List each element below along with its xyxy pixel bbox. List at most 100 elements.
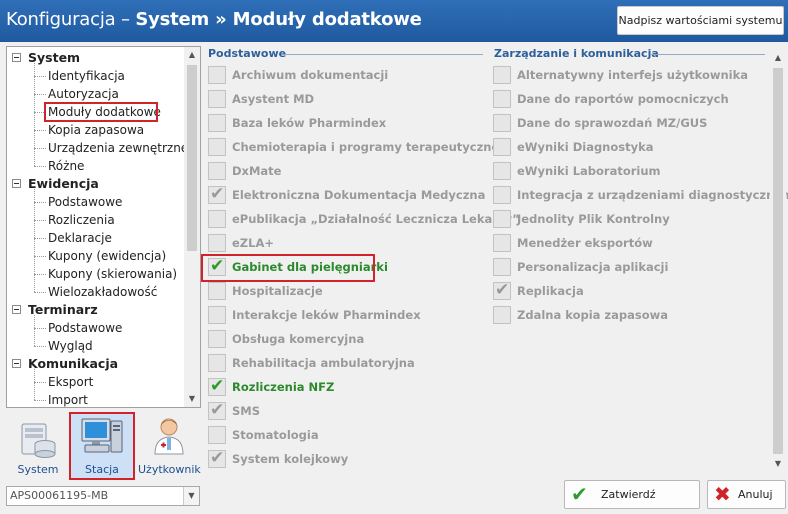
confirm-button[interactable]: ✔ Zatwierdź [564, 480, 700, 509]
module-checkbox[interactable] [493, 234, 511, 252]
tree-item-import[interactable]: Import [48, 391, 88, 407]
module-checkbox[interactable] [208, 162, 226, 180]
module-dane-do-raportow-pomocniczych[interactable]: Dane do raportów pomocniczych [493, 90, 773, 110]
override-system-values-button[interactable]: Nadpisz wartościami systemu [617, 6, 784, 35]
scroll-thumb[interactable] [773, 68, 783, 454]
module-rehabilitacja-ambulatoryjna[interactable]: Rehabilitacja ambulatoryjna [208, 354, 488, 374]
module-asystent-md[interactable]: Asystent MD [208, 90, 488, 110]
module-checkbox[interactable] [493, 210, 511, 228]
tree-group-terminarz[interactable]: Terminarz [28, 301, 98, 319]
module-checkbox[interactable]: ✔ [208, 184, 226, 204]
module-checkbox[interactable]: ✔ [208, 400, 226, 420]
tree-scrollbar[interactable]: ▲ ▼ [184, 47, 200, 407]
collapse-icon[interactable] [12, 53, 21, 62]
modules-scrollbar[interactable]: ▲ ▼ [770, 50, 786, 472]
scroll-up-icon[interactable]: ▲ [770, 50, 786, 66]
module-menedzer-eksportow[interactable]: Menedżer eksportów [493, 234, 773, 254]
module-checkbox[interactable]: ✔ [208, 448, 226, 468]
module-sms[interactable]: ✔ SMS [208, 400, 488, 422]
module-rozliczenia-nfz[interactable]: ✔ Rozliczenia NFZ [208, 376, 488, 398]
module-checkbox[interactable]: ✔ [493, 280, 511, 300]
module-zdalna-kopia-zapasowa[interactable]: Zdalna kopia zapasowa [493, 306, 773, 326]
module-personalizacja-aplikacji[interactable]: Personalizacja aplikacji [493, 258, 773, 278]
tree-item-kopia-zapasowa[interactable]: Kopia zapasowa [48, 121, 144, 139]
module-label: Hospitalizacje [232, 284, 323, 298]
scroll-up-icon[interactable]: ▲ [184, 47, 200, 63]
collapse-icon[interactable] [12, 305, 21, 314]
station-combo[interactable]: APS00061195-MB ▼ [6, 486, 200, 506]
module-jednolity-plik-kontrolny[interactable]: Jednolity Plik Kontrolny [493, 210, 773, 230]
module-ezla[interactable]: eZLA+ [208, 234, 488, 254]
module-checkbox[interactable] [208, 234, 226, 252]
tree-item-urzadzenia-zewnetrzne[interactable]: Urządzenia zewnętrzne [48, 139, 188, 157]
settings-tree[interactable]: System Identyfikacja Autoryzacja Moduły dod… [6, 46, 201, 408]
scope-station-button[interactable]: Stacja [71, 414, 133, 478]
module-checkbox[interactable] [208, 354, 226, 372]
module-checkbox[interactable] [493, 258, 511, 276]
tree-group-system[interactable]: System [28, 49, 80, 67]
module-ewyniki-diagnostyka[interactable]: eWyniki Diagnostyka [493, 138, 773, 158]
module-checkbox[interactable] [493, 162, 511, 180]
tree-item-podstawowe[interactable]: Podstawowe [48, 319, 122, 337]
module-dxmate[interactable]: DxMate [208, 162, 488, 182]
module-archiwum-dokumentacji[interactable]: Archiwum dokumentacji [208, 66, 488, 86]
tree-item-identyfikacja[interactable]: Identyfikacja [48, 67, 125, 85]
tree-group-ewidencja[interactable]: Ewidencja [28, 175, 99, 193]
module-checkbox[interactable] [493, 66, 511, 84]
module-checkbox[interactable]: ✔ [208, 376, 226, 396]
module-checkbox[interactable] [208, 210, 226, 228]
confirm-label: Zatwierdź [601, 488, 656, 501]
cancel-button[interactable]: ✖ Anuluj [707, 480, 786, 509]
tree-item-rozne[interactable]: Różne [48, 157, 84, 175]
module-checkbox[interactable] [208, 282, 226, 300]
module-alternatywny-interfejs-uzytkownika[interactable]: Alternatywny interfejs użytkownika [493, 66, 773, 86]
module-checkbox[interactable] [208, 90, 226, 108]
tree-item-kupony-skierowania[interactable]: Kupony (skierowania) [48, 265, 177, 283]
tree-item-autoryzacja[interactable]: Autoryzacja [48, 85, 119, 103]
tree-item-rozliczenia[interactable]: Rozliczenia [48, 211, 115, 229]
module-elektroniczna-dokumentacja-medyczna[interactable]: ✔ Elektroniczna Dokumentacja Medyczna [208, 184, 488, 206]
tree-item-wielozakladowosc[interactable]: Wielozakładowość [48, 283, 157, 301]
tree-item-kupony-ewidencja[interactable]: Kupony (ewidencja) [48, 247, 166, 265]
module-checkbox[interactable] [208, 306, 226, 324]
tree-item-wyglad[interactable]: Wygląd [48, 337, 93, 355]
checkmark-icon: ✔ [210, 376, 225, 396]
module-label: Dane do raportów pomocniczych [517, 92, 729, 106]
tree-group-komunikacja[interactable]: Komunikacja [28, 355, 118, 373]
module-label: Elektroniczna Dokumentacja Medyczna [232, 188, 486, 202]
module-hospitalizacje[interactable]: Hospitalizacje [208, 282, 488, 302]
module-checkbox[interactable] [208, 138, 226, 156]
module-checkbox[interactable] [493, 138, 511, 156]
scope-user-button[interactable]: Użytkownik [138, 414, 201, 478]
module-replikacja[interactable]: ✔ Replikacja [493, 280, 773, 302]
module-stomatologia[interactable]: Stomatologia [208, 426, 488, 446]
chevron-down-icon[interactable]: ▼ [183, 487, 199, 505]
module-obsluga-komercyjna[interactable]: Obsługa komercyjna [208, 330, 488, 350]
scroll-thumb[interactable] [187, 65, 197, 251]
module-checkbox[interactable] [208, 426, 226, 444]
module-checkbox[interactable] [493, 306, 511, 324]
collapse-icon[interactable] [12, 359, 21, 368]
scroll-down-icon[interactable]: ▼ [184, 391, 200, 407]
scroll-down-icon[interactable]: ▼ [770, 456, 786, 472]
module-baza-lekow-pharmindex[interactable]: Baza leków Pharmindex [208, 114, 488, 134]
module-label: Jednolity Plik Kontrolny [517, 212, 670, 226]
module-epublikacja-dzialalnosc-lecznicza-lekarzy[interactable]: ePublikacja „Działalność Lecznicza Lekar… [208, 210, 520, 230]
module-checkbox[interactable] [493, 90, 511, 108]
module-system-kolejkowy[interactable]: ✔ System kolejkowy [208, 448, 488, 470]
module-checkbox[interactable] [493, 114, 511, 132]
module-chemioterapia-i-programy-terapeutyczne[interactable]: Chemioterapia i programy terapeutyczne [208, 138, 499, 158]
collapse-icon[interactable] [12, 179, 21, 188]
module-checkbox[interactable] [208, 66, 226, 84]
module-checkbox[interactable] [493, 186, 511, 204]
tree-item-podstawowe[interactable]: Podstawowe [48, 193, 122, 211]
module-dane-do-sprawozdan-mz-gus[interactable]: Dane do sprawozdań MZ/GUS [493, 114, 773, 134]
scope-system-button[interactable]: System [8, 414, 68, 478]
module-ewyniki-laboratorium[interactable]: eWyniki Laboratorium [493, 162, 773, 182]
module-integracja-z-urzadzeniami-diagnostycznymi[interactable]: Integracja z urządzeniami diagnostycznym… [493, 186, 788, 206]
module-checkbox[interactable] [208, 114, 226, 132]
module-checkbox[interactable] [208, 330, 226, 348]
tree-item-deklaracje[interactable]: Deklaracje [48, 229, 112, 247]
tree-item-eksport[interactable]: Eksport [48, 373, 93, 391]
module-interakcje-lekow-pharmindex[interactable]: Interakcje leków Pharmindex [208, 306, 488, 326]
